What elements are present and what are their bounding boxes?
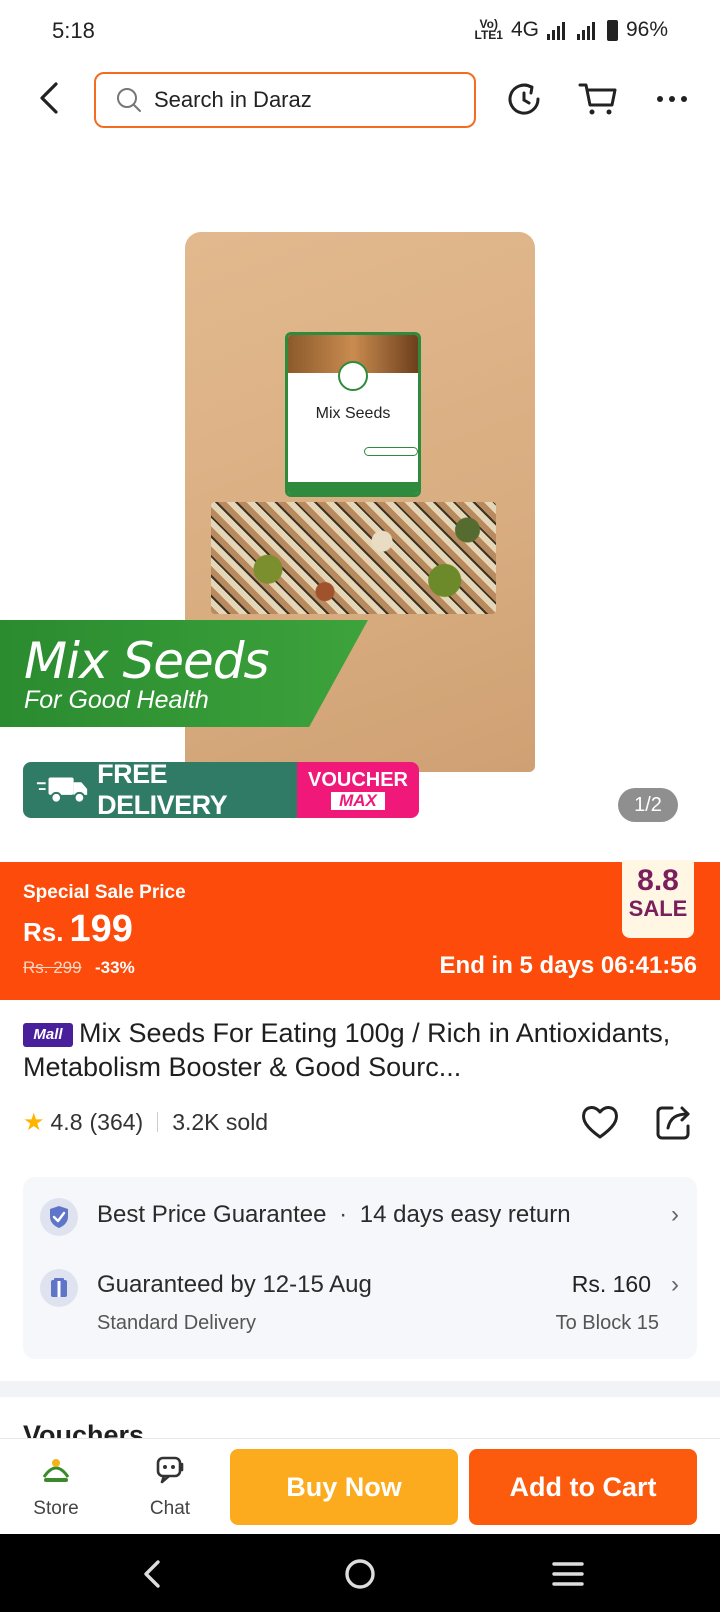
delivery-location: To Block 15 xyxy=(555,1312,659,1334)
review-count: (364) xyxy=(89,1108,144,1135)
seeds-window xyxy=(211,502,496,614)
store-label: Store xyxy=(33,1498,79,1519)
price-amount: 199 xyxy=(69,908,133,950)
price-currency: Rs. xyxy=(23,917,64,947)
star-icon: ★ xyxy=(23,1108,45,1136)
chevron-right-icon: › xyxy=(671,1201,679,1228)
voucher-text: VOUCHER xyxy=(307,769,408,791)
system-back-icon[interactable] xyxy=(130,1552,174,1596)
chat-bot-icon xyxy=(156,1456,184,1484)
system-home-icon[interactable] xyxy=(338,1552,382,1596)
mall-badge: Mall xyxy=(23,1023,73,1047)
voucher-max-badge: VOUCHER MAX xyxy=(297,762,419,818)
brand-logo-icon xyxy=(338,361,368,391)
package-label-text: Mix Seeds xyxy=(315,405,391,422)
shield-check-icon xyxy=(40,1198,78,1236)
separator-dot: · xyxy=(339,1201,348,1228)
back-arrow-icon[interactable] xyxy=(30,78,70,118)
buy-now-button[interactable]: Buy Now xyxy=(230,1449,458,1525)
search-placeholder: Search in Daraz xyxy=(154,87,312,112)
volte-indicator: Vo) LTE1 xyxy=(474,18,503,42)
image-counter: 1/2 xyxy=(618,788,678,822)
battery-level: 96% xyxy=(625,18,668,41)
system-navigation-bar xyxy=(0,1534,720,1612)
section-divider xyxy=(0,1381,720,1397)
product-title-text: Mix Seeds For Eating 100g / Rich in Anti… xyxy=(23,1018,671,1082)
sold-count: 3.2K sold xyxy=(172,1108,269,1135)
service-info-card: Best Price Guarantee · 14 days easy retu… xyxy=(23,1177,697,1359)
status-bar: 5:18 Vo) LTE1 4G 96% xyxy=(0,0,720,62)
voucher-max-text: MAX xyxy=(331,792,385,810)
delivery-box-icon xyxy=(40,1269,78,1307)
original-price: Rs. 299 xyxy=(23,958,82,977)
search-icon xyxy=(117,88,141,112)
promo-badges: FREE DELIVERY VOUCHER MAX xyxy=(23,762,419,818)
sale-price: Rs. 199 xyxy=(23,908,133,951)
sale-price-band: Special Sale Price Rs. 199 Rs. 299 -33% E… xyxy=(0,860,720,1000)
signal-icon-2 xyxy=(576,22,595,40)
delivery-title: Guaranteed by 12-15 Aug xyxy=(97,1271,372,1298)
search-input[interactable]: Search in Daraz xyxy=(94,72,476,128)
package-label: Mix Seeds xyxy=(285,332,421,497)
chat-label: Chat xyxy=(149,1498,191,1519)
label-footer-strip xyxy=(288,482,418,494)
free-delivery-text: FREE DELIVERY xyxy=(97,762,228,818)
campaign-word: SALE xyxy=(628,896,688,921)
guarantee-text: Best Price Guarantee · 14 days easy retu… xyxy=(97,1201,571,1229)
delivery-row[interactable]: Guaranteed by 12-15 Aug Standard Deliver… xyxy=(23,1257,697,1359)
sale-countdown: End in 5 days 06:41:56 xyxy=(439,952,697,979)
discount-percent: -33% xyxy=(95,958,135,977)
signal-icon xyxy=(546,22,565,40)
network-type: 4G xyxy=(510,18,539,41)
bottom-action-bar: Store Chat Buy Now Add to Cart xyxy=(0,1438,720,1534)
wishlist-heart-icon[interactable] xyxy=(580,1102,620,1142)
delivery-fee: Rs. 160 xyxy=(571,1271,651,1297)
return-policy-text: 14 days easy return xyxy=(359,1201,571,1228)
rating-divider xyxy=(157,1112,159,1132)
guarantee-row[interactable]: Best Price Guarantee · 14 days easy retu… xyxy=(23,1177,697,1257)
sale-campaign-tag: 8.8 SALE xyxy=(622,860,694,938)
history-icon[interactable] xyxy=(504,79,544,119)
rating-value: 4.8 xyxy=(50,1108,83,1135)
system-recents-icon[interactable] xyxy=(546,1552,590,1596)
sale-label: Special Sale Price xyxy=(23,882,186,903)
product-image-gallery[interactable]: Mix Seeds Mix Seeds For Good Health FREE… xyxy=(0,142,720,862)
store-logo-icon xyxy=(42,1459,70,1482)
chat-button[interactable]: Chat xyxy=(136,1447,204,1527)
cart-icon[interactable] xyxy=(578,79,618,119)
rating-row[interactable]: ★ 4.8 (364) 3.2K sold xyxy=(23,1104,268,1140)
chevron-right-icon: › xyxy=(671,1271,679,1298)
add-to-cart-button[interactable]: Add to Cart xyxy=(469,1449,697,1525)
promo-subtitle: For Good Health xyxy=(24,686,209,714)
delivery-method: Standard Delivery xyxy=(97,1312,256,1334)
free-delivery-badge: FREE DELIVERY xyxy=(23,762,297,818)
store-button[interactable]: Store xyxy=(22,1447,90,1527)
status-indicators: Vo) LTE1 4G 96% xyxy=(475,18,669,42)
promo-title: Mix Seeds xyxy=(24,632,270,690)
product-title: Mall Mix Seeds For Eating 100g / Rich in … xyxy=(23,1016,703,1084)
top-header: Search in Daraz xyxy=(0,62,720,142)
best-price-text: Best Price Guarantee xyxy=(97,1201,327,1228)
status-time: 5:18 xyxy=(52,18,95,43)
battery-icon xyxy=(606,19,618,41)
more-icon[interactable] xyxy=(652,79,692,119)
net-weight-box xyxy=(364,447,418,456)
share-icon[interactable] xyxy=(654,1102,694,1142)
volte-bottom: LTE1 xyxy=(474,28,503,42)
promo-banner: Mix Seeds For Good Health xyxy=(0,620,368,727)
delivery-truck-icon xyxy=(36,777,88,804)
campaign-number: 8.8 xyxy=(637,864,679,897)
